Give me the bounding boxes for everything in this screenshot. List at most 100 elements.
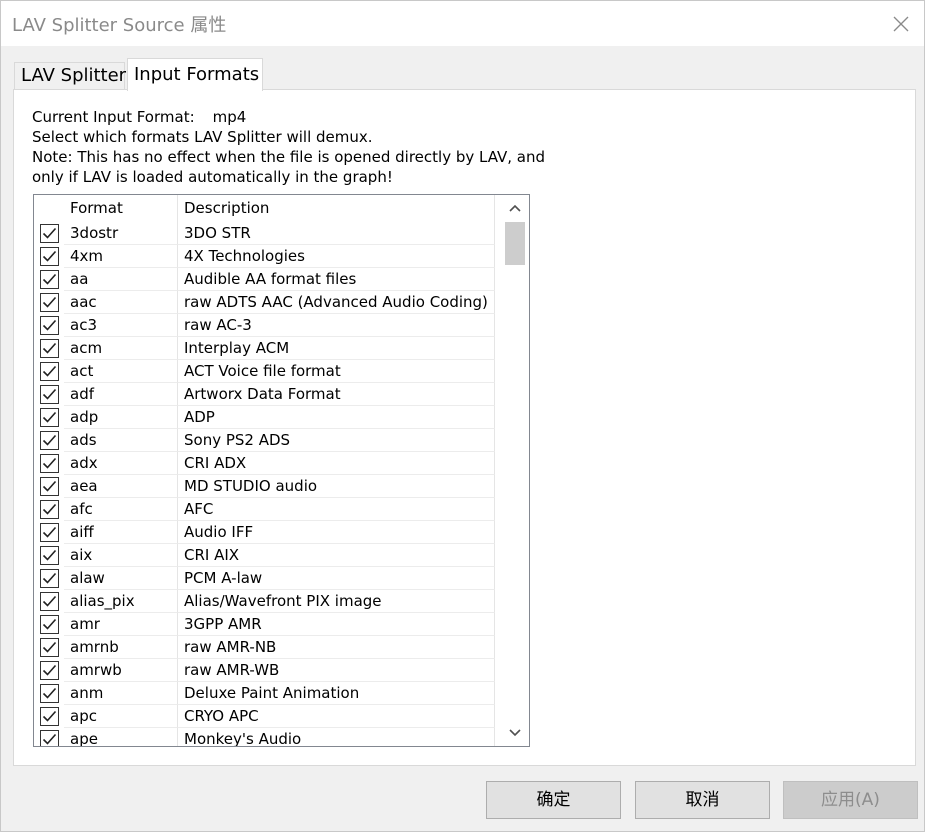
list-item[interactable]: apc CRYO APC bbox=[34, 705, 500, 728]
format-checkbox[interactable] bbox=[40, 270, 59, 289]
apply-button[interactable]: 应用(A) bbox=[783, 781, 918, 819]
current-format-row: Current Input Format: mp4 bbox=[32, 107, 545, 127]
list-item[interactable]: alaw PCM A-law bbox=[34, 567, 500, 590]
format-checkbox[interactable] bbox=[40, 431, 59, 450]
scroll-track[interactable] bbox=[505, 221, 525, 720]
format-description: raw AMR-NB bbox=[178, 636, 495, 659]
list-item[interactable]: ape Monkey's Audio bbox=[34, 728, 500, 746]
checkmark-icon bbox=[40, 730, 59, 746]
checkmark-icon bbox=[40, 362, 59, 381]
format-description: AFC bbox=[178, 498, 495, 521]
current-format-value: mp4 bbox=[212, 108, 247, 126]
format-checkbox[interactable] bbox=[40, 546, 59, 565]
format-name: amrwb bbox=[64, 659, 178, 682]
list-item[interactable]: acm Interplay ACM bbox=[34, 337, 500, 360]
info-text: Current Input Format: mp4 Select which fo… bbox=[32, 107, 545, 187]
info-line-note-2: only if LAV is loaded automatically in t… bbox=[32, 168, 393, 186]
list-item[interactable]: adf Artworx Data Format bbox=[34, 383, 500, 406]
format-description: Monkey's Audio bbox=[178, 728, 495, 746]
format-name: adx bbox=[64, 452, 178, 475]
list-item[interactable]: amrwb raw AMR-WB bbox=[34, 659, 500, 682]
formats-list[interactable]: Format Description 3dostr 3DO STR 4xm 4X Te… bbox=[33, 194, 530, 747]
format-name: ape bbox=[64, 728, 178, 746]
checkmark-icon bbox=[40, 569, 59, 588]
format-checkbox[interactable] bbox=[40, 730, 59, 746]
format-name: 3dostr bbox=[64, 222, 178, 245]
format-checkbox[interactable] bbox=[40, 477, 59, 496]
checkmark-icon bbox=[40, 247, 59, 266]
list-item[interactable]: aa Audible AA format files bbox=[34, 268, 500, 291]
format-description: ACT Voice file format bbox=[178, 360, 495, 383]
format-checkbox[interactable] bbox=[40, 684, 59, 703]
checkmark-icon bbox=[40, 661, 59, 680]
cancel-button[interactable]: 取消 bbox=[635, 781, 770, 819]
list-item[interactable]: ads Sony PS2 ADS bbox=[34, 429, 500, 452]
list-item[interactable]: 4xm 4X Technologies bbox=[34, 245, 500, 268]
scroll-down-button[interactable] bbox=[501, 720, 529, 746]
format-description: raw ADTS AAC (Advanced Audio Coding) bbox=[178, 291, 495, 314]
scroll-thumb[interactable] bbox=[505, 222, 525, 265]
list-item[interactable]: adp ADP bbox=[34, 406, 500, 429]
format-description: 3DO STR bbox=[178, 222, 495, 245]
format-name: amrnb bbox=[64, 636, 178, 659]
format-checkbox[interactable] bbox=[40, 408, 59, 427]
format-checkbox[interactable] bbox=[40, 500, 59, 519]
format-checkbox[interactable] bbox=[40, 247, 59, 266]
list-header: Format Description bbox=[34, 195, 500, 222]
list-item[interactable]: aiff Audio IFF bbox=[34, 521, 500, 544]
checkmark-icon bbox=[40, 316, 59, 335]
format-checkbox[interactable] bbox=[40, 638, 59, 657]
close-button[interactable] bbox=[878, 1, 924, 46]
format-name: afc bbox=[64, 498, 178, 521]
checkmark-icon bbox=[40, 615, 59, 634]
list-item[interactable]: amrnb raw AMR-NB bbox=[34, 636, 500, 659]
scroll-up-button[interactable] bbox=[501, 195, 529, 221]
tab-lav-splitter[interactable]: LAV Splitter bbox=[14, 62, 126, 90]
format-description: PCM A-law bbox=[178, 567, 495, 590]
checkmark-icon bbox=[40, 385, 59, 404]
format-checkbox[interactable] bbox=[40, 615, 59, 634]
column-header-description[interactable]: Description bbox=[178, 195, 495, 222]
checkmark-icon bbox=[40, 477, 59, 496]
tab-input-formats[interactable]: Input Formats bbox=[127, 58, 263, 91]
list-item[interactable]: afc AFC bbox=[34, 498, 500, 521]
list-item[interactable]: adx CRI ADX bbox=[34, 452, 500, 475]
checkmark-icon bbox=[40, 592, 59, 611]
format-checkbox[interactable] bbox=[40, 224, 59, 243]
window-title: LAV Splitter Source 属性 bbox=[12, 15, 227, 36]
format-description: Audio IFF bbox=[178, 521, 495, 544]
column-header-format[interactable]: Format bbox=[64, 195, 178, 222]
list-item[interactable]: ac3 raw AC-3 bbox=[34, 314, 500, 337]
format-description: Deluxe Paint Animation bbox=[178, 682, 495, 705]
list-item[interactable]: alias_pix Alias/Wavefront PIX image bbox=[34, 590, 500, 613]
list-item[interactable]: aix CRI AIX bbox=[34, 544, 500, 567]
format-checkbox[interactable] bbox=[40, 592, 59, 611]
format-checkbox[interactable] bbox=[40, 661, 59, 680]
list-rows: 3dostr 3DO STR 4xm 4X Technologies aa Audible… bbox=[34, 222, 500, 746]
close-icon bbox=[893, 16, 909, 31]
format-checkbox[interactable] bbox=[40, 523, 59, 542]
checkmark-icon bbox=[40, 638, 59, 657]
ok-button[interactable]: 确定 bbox=[486, 781, 621, 819]
list-item[interactable]: aea MD STUDIO audio bbox=[34, 475, 500, 498]
list-item[interactable]: aac raw ADTS AAC (Advanced Audio Coding) bbox=[34, 291, 500, 314]
list-item[interactable]: anm Deluxe Paint Animation bbox=[34, 682, 500, 705]
checkmark-icon bbox=[40, 408, 59, 427]
list-item[interactable]: 3dostr 3DO STR bbox=[34, 222, 500, 245]
format-checkbox[interactable] bbox=[40, 454, 59, 473]
format-checkbox[interactable] bbox=[40, 293, 59, 312]
format-checkbox[interactable] bbox=[40, 339, 59, 358]
format-description: ADP bbox=[178, 406, 495, 429]
format-checkbox[interactable] bbox=[40, 362, 59, 381]
format-checkbox[interactable] bbox=[40, 316, 59, 335]
format-description: CRYO APC bbox=[178, 705, 495, 728]
list-item[interactable]: amr 3GPP AMR bbox=[34, 613, 500, 636]
vertical-scrollbar[interactable] bbox=[501, 195, 529, 746]
format-checkbox[interactable] bbox=[40, 707, 59, 726]
format-checkbox[interactable] bbox=[40, 569, 59, 588]
format-name: anm bbox=[64, 682, 178, 705]
list-item[interactable]: act ACT Voice file format bbox=[34, 360, 500, 383]
format-name: ads bbox=[64, 429, 178, 452]
format-checkbox[interactable] bbox=[40, 385, 59, 404]
format-name: aac bbox=[64, 291, 178, 314]
